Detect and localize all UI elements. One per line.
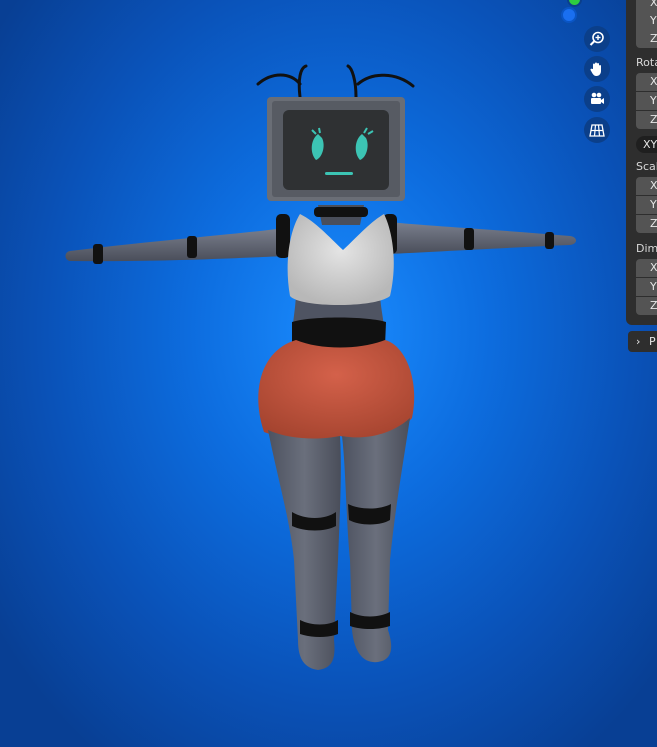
scale-x-field[interactable]: X — [636, 177, 657, 195]
character-model[interactable] — [0, 0, 657, 747]
tv-head — [267, 97, 405, 201]
properties-label: P — [649, 335, 656, 348]
location-y-field[interactable]: Y — [636, 12, 657, 30]
properties-panel-header[interactable]: › P — [628, 331, 657, 352]
antennae — [256, 64, 415, 99]
rotation-label: Rota — [636, 56, 657, 69]
rotation-z-field[interactable]: Z — [636, 111, 657, 129]
shorts — [258, 340, 415, 440]
right-arm — [388, 222, 576, 254]
crop-top — [287, 214, 394, 305]
chevron-right-icon: › — [636, 335, 641, 348]
dimensions-x-field[interactable]: X — [636, 259, 657, 277]
dimensions-label: Dime — [636, 242, 657, 255]
rotation-mode-dropdown[interactable]: XY — [636, 136, 657, 153]
scale-z-field[interactable]: Z — [636, 215, 657, 233]
location-z-field[interactable]: Z — [636, 30, 657, 48]
rotation-x-field[interactable]: X — [636, 73, 657, 91]
left-arm — [65, 228, 286, 264]
scale-label: Scal — [636, 160, 657, 173]
rotation-y-field[interactable]: Y — [636, 92, 657, 110]
transform-sidebar: X Y Z Rota X Y Z XY Scal X Y Z Dime X Y … — [626, 0, 657, 325]
dimensions-y-field[interactable]: Y — [636, 278, 657, 296]
location-x-field[interactable]: X — [636, 0, 657, 12]
scale-y-field[interactable]: Y — [636, 196, 657, 214]
dimensions-z-field[interactable]: Z — [636, 297, 657, 315]
3d-viewport[interactable] — [0, 0, 657, 747]
